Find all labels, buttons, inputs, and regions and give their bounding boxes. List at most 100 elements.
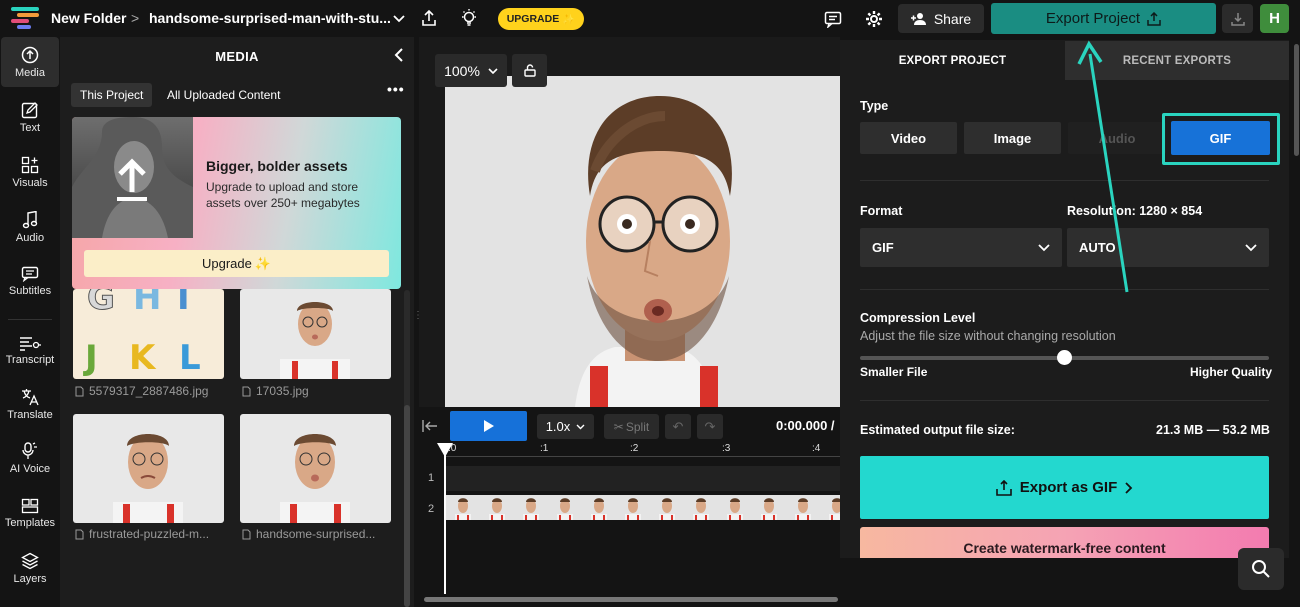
media-panel: MEDIA This Project All Uploaded Content … — [60, 37, 414, 607]
lock-button[interactable] — [512, 54, 547, 87]
sidebar-item-label: AI Voice — [9, 462, 51, 475]
watermark-free-button[interactable]: Create watermark-free content — [860, 527, 1269, 558]
translate-icon — [22, 388, 39, 405]
media-title: MEDIA — [215, 49, 259, 64]
clip-frame — [548, 495, 582, 520]
share-upload-icon[interactable] — [419, 8, 439, 28]
sidebar-item-subtitles[interactable]: Subtitles — [0, 256, 60, 306]
svg-text:K: K — [129, 338, 157, 378]
app-logo[interactable] — [11, 7, 41, 29]
upgrade-promo-card: Bigger, bolder assets Upgrade to upload … — [72, 117, 401, 289]
promo-upgrade-label: Upgrade — [201, 256, 252, 271]
format-select[interactable]: GIF — [860, 228, 1062, 267]
upgrade-button[interactable]: UPGRADE ✨ — [498, 8, 584, 30]
music-note-icon — [22, 210, 38, 228]
split-label: Split — [625, 419, 650, 434]
timecode: 0:00.000 / — [776, 418, 835, 433]
gear-icon[interactable] — [864, 9, 884, 29]
shapes-icon — [21, 156, 39, 173]
promo-upgrade-button[interactable]: Upgrade ✨ — [84, 250, 389, 277]
timeline-clip[interactable] — [446, 495, 840, 520]
file-label: handsome-surprised... — [242, 527, 375, 541]
top-bar: New Folder > handsome-surprised-man-with… — [0, 0, 1300, 37]
sidebar-item-label: Translate — [7, 408, 53, 421]
tab-all-uploaded[interactable]: All Uploaded Content — [158, 83, 289, 107]
playhead-line — [444, 444, 446, 594]
unlock-icon — [523, 64, 536, 77]
sidebar-item-text[interactable]: Text — [0, 92, 60, 142]
chevron-down-icon — [1038, 243, 1050, 251]
speed-value: 1.0x — [545, 419, 571, 434]
sidebar-item-media[interactable]: Media — [1, 37, 59, 87]
clip-frame — [582, 495, 616, 520]
redo-button[interactable]: ↷ — [697, 414, 723, 439]
type-image-button[interactable]: Image — [964, 122, 1061, 154]
type-gif-button[interactable]: GIF — [1171, 121, 1270, 155]
media-thumbnail[interactable] — [73, 414, 224, 523]
sidebar-item-visuals[interactable]: Visuals — [0, 147, 60, 197]
media-thumbnail[interactable]: G H I J K L — [73, 289, 224, 379]
sidebar-divider — [8, 319, 52, 320]
resolution-value: 1280 × 854 — [1139, 204, 1203, 218]
edit-icon — [21, 101, 38, 118]
chevron-down-icon[interactable] — [391, 11, 407, 27]
format-value: GIF — [872, 240, 894, 255]
sidebar-item-layers[interactable]: Layers — [0, 543, 60, 593]
canvas-preview-image[interactable] — [445, 76, 840, 407]
undo-button[interactable]: ↶ — [665, 414, 691, 439]
collapse-panel-icon[interactable] — [394, 46, 404, 67]
media-thumbnail[interactable] — [240, 289, 391, 379]
playhead-handle[interactable] — [437, 443, 453, 457]
search-button[interactable] — [1238, 548, 1284, 590]
sidebar-item-audio[interactable]: Audio — [0, 202, 60, 252]
file-name: 5579317_2887486.jpg — [89, 384, 209, 398]
file-label: 5579317_2887486.jpg — [75, 384, 208, 398]
type-video-button[interactable]: Video — [860, 122, 957, 154]
sidebar-item-ai-voice[interactable]: AI Voice — [0, 433, 60, 483]
sidebar-item-translate[interactable]: Translate — [0, 379, 60, 429]
sidebar-item-templates[interactable]: Templates — [0, 488, 60, 538]
export-icon — [995, 479, 1012, 496]
sidebar-item-transcript[interactable]: Transcript — [0, 325, 60, 375]
format-label: Format — [860, 204, 903, 218]
promo-image — [72, 117, 193, 238]
export-project-button[interactable]: Export Project — [991, 3, 1216, 34]
folder-link[interactable]: New Folder — [51, 10, 126, 26]
lightbulb-icon[interactable] — [458, 7, 480, 29]
compression-label: Compression Level — [860, 311, 976, 325]
track-row-1[interactable] — [446, 466, 840, 491]
promo-description: Upgrade to upload and store assets over … — [206, 180, 360, 210]
playback-speed-select[interactable]: 1.0x — [537, 414, 594, 439]
tab-export-project[interactable]: EXPORT PROJECT — [840, 41, 1065, 80]
share-button[interactable]: Share — [898, 4, 984, 33]
play-icon — [483, 420, 494, 432]
download-button[interactable] — [1222, 4, 1253, 33]
play-button[interactable] — [450, 411, 527, 441]
panel-resize-handle[interactable]: ⋮ — [413, 311, 423, 329]
divider — [860, 400, 1269, 401]
sparkle-icon: ✨ — [562, 13, 576, 26]
sidebar-item-label: Templates — [4, 516, 56, 529]
sidebar-item-label: Audio — [15, 231, 45, 244]
file-name: frustrated-puzzled-m... — [89, 527, 210, 541]
project-name[interactable]: handsome-surprised-man-with-stu... — [149, 10, 391, 26]
more-options-icon[interactable]: ••• — [387, 81, 405, 97]
ruler-tick: :4 — [812, 443, 821, 454]
chevron-down-icon — [576, 424, 585, 429]
file-icon — [242, 386, 251, 396]
annotation-arrow-icon — [1077, 40, 1129, 293]
export-scrollbar[interactable] — [1294, 44, 1299, 156]
media-scrollbar[interactable] — [404, 405, 410, 607]
svg-text:L: L — [179, 338, 201, 378]
tab-this-project[interactable]: This Project — [71, 83, 153, 107]
compression-slider-knob[interactable] — [1057, 350, 1072, 365]
jump-start-icon[interactable] — [422, 419, 438, 438]
avatar[interactable]: H — [1260, 4, 1289, 33]
media-thumbnail[interactable] — [240, 414, 391, 523]
subtitles-icon — [21, 266, 39, 282]
split-button[interactable]: ✂ Split — [604, 414, 659, 439]
zoom-select[interactable]: 100% — [435, 54, 507, 87]
comment-icon[interactable] — [823, 9, 843, 29]
export-as-gif-button[interactable]: Export as GIF — [860, 456, 1269, 519]
timeline-scrollbar[interactable] — [424, 597, 838, 602]
